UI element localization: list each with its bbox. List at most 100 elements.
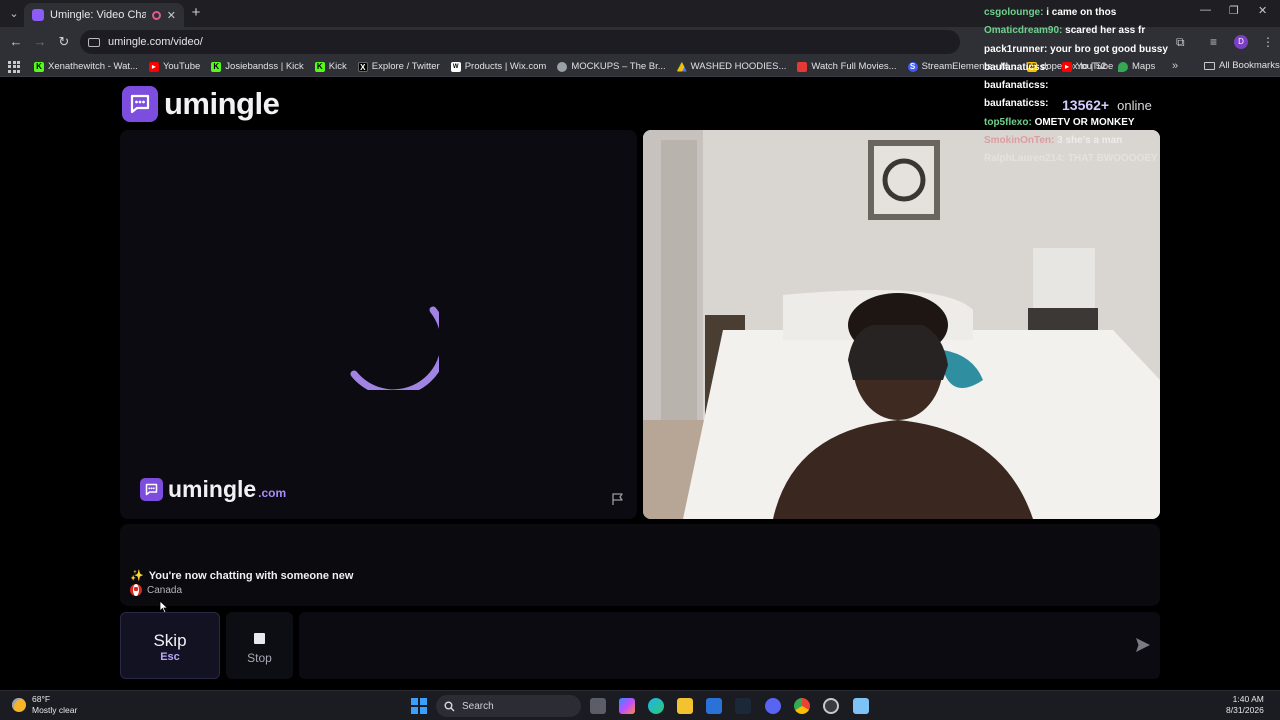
bookmark-item[interactable]: ▸ YouTube — [148, 61, 200, 72]
bookmark-label: WASHED HOODIES... — [690, 61, 787, 72]
streamelements-icon: S — [907, 61, 918, 72]
edge-icon[interactable] — [648, 698, 664, 714]
tab-search-chevron-icon[interactable]: ⌄ — [6, 6, 22, 22]
bookmark-label: Explore / Twitter — [371, 61, 440, 72]
camera-permission-icon[interactable] — [88, 37, 100, 47]
chat-message: baufanaticss: — [984, 77, 1274, 95]
skip-button[interactable]: Skip Esc — [120, 612, 220, 679]
chat-bubble-logo-icon — [140, 478, 163, 501]
chat-text: scared her ass fr — [1065, 25, 1146, 37]
bookmark-item[interactable]: X Explore / Twitter — [357, 61, 440, 72]
chat-text: i came on thos — [1046, 7, 1117, 18]
loading-spinner-icon — [350, 306, 439, 390]
bookmark-item[interactable]: K Kick — [314, 61, 347, 72]
chat-username: Omaticdream90: — [984, 25, 1063, 37]
kick-icon: K — [34, 61, 44, 72]
globe-icon — [557, 61, 568, 72]
brand-name: umingle — [164, 86, 280, 121]
chat-message: SmokinOnTen: 3 she's a man — [984, 132, 1274, 150]
weather-widget[interactable]: 68°F Mostly clear — [12, 694, 77, 715]
pinned-app-icon[interactable] — [853, 698, 869, 714]
bookmark-label: Products | Wix.com — [464, 61, 547, 72]
chat-message: RalphLauren214: THAT BWOOOOEY — [984, 150, 1274, 168]
bookmark-label: Xenathewitch - Wat... — [48, 61, 138, 72]
bookmark-label: Watch Full Movies... — [811, 61, 897, 72]
x-icon: X — [357, 61, 368, 72]
movie-icon — [797, 61, 808, 72]
webcam-feed-image — [643, 130, 1160, 519]
bookmark-item[interactable]: K Xenathewitch - Wat... — [34, 61, 138, 72]
search-placeholder: Search — [462, 700, 494, 712]
umingle-favicon-icon — [32, 9, 44, 21]
browser-tab[interactable]: Umingle: Video Chat with S ✕ — [24, 3, 184, 27]
chat-username: baufanaticss: — [984, 98, 1049, 110]
report-flag-icon[interactable] — [611, 492, 625, 506]
kick-icon: K — [314, 61, 325, 72]
chat-text: OMETV OR MONKEY — [1034, 116, 1135, 128]
bookmark-label: MOCKUPS – The Br... — [571, 61, 666, 72]
stream-chat-overlay: csgolounge: i came on thos Omaticdream90… — [984, 4, 1274, 169]
search-icon — [444, 701, 455, 711]
partner-country: Canada — [130, 584, 182, 596]
send-icon[interactable] — [1134, 636, 1152, 654]
umingle-watermark: umingle .com — [140, 476, 286, 503]
stop-button[interactable]: Stop — [226, 612, 293, 679]
chat-status: ✨ You're now chatting with someone new — [130, 569, 353, 583]
reload-icon[interactable]: ↻ — [56, 34, 72, 50]
country-name: Canada — [147, 584, 183, 596]
store-icon[interactable] — [706, 698, 722, 714]
tab-title: Umingle: Video Chat with S — [50, 9, 146, 21]
chat-message: Omaticdream90: scared her ass fr — [984, 22, 1274, 40]
temperature: 68°F — [32, 694, 51, 704]
sparkles-icon: ✨ — [130, 570, 144, 582]
back-icon[interactable]: ← — [8, 34, 24, 50]
address-bar[interactable]: umingle.com/video/ — [80, 30, 960, 54]
chat-username: top5flexo: — [984, 116, 1032, 128]
close-tab-icon[interactable]: ✕ — [167, 9, 176, 22]
bookmark-item[interactable]: WASHED HOODIES... — [676, 61, 787, 72]
file-explorer-icon[interactable] — [677, 698, 693, 714]
task-view-icon[interactable] — [590, 698, 606, 714]
clock-date: 8/31/2026 — [1226, 705, 1264, 715]
drive-icon — [676, 61, 687, 72]
chat-message: csgolounge: i came on thos — [984, 4, 1274, 22]
bookmark-item[interactable]: MOCKUPS – The Br... — [557, 61, 666, 72]
clock-time: 1:40 AM — [1232, 694, 1264, 704]
chat-username: csgolounge: — [984, 7, 1044, 18]
stop-label: Stop — [247, 651, 272, 665]
chat-message: top5flexo: OMETV OR MONKEY — [984, 114, 1274, 132]
copilot-icon[interactable] — [619, 698, 635, 714]
skip-shortcut: Esc — [160, 651, 180, 663]
chat-username: SmokinOnTen: — [984, 135, 1055, 147]
chat-message: baufanaticss: — [984, 95, 1274, 113]
apps-grid-icon[interactable] — [8, 60, 20, 73]
steam-icon[interactable] — [735, 698, 751, 714]
chat-log-panel — [120, 524, 1160, 606]
skip-label: Skip — [153, 631, 187, 650]
windows-taskbar: 68°F Mostly clear Search 1:40 AM 8/31/20… — [0, 690, 1280, 720]
stop-square-icon — [254, 633, 265, 644]
address-url: umingle.com/video/ — [108, 36, 203, 48]
site-logo[interactable]: umingle — [122, 86, 280, 122]
message-input[interactable] — [299, 612, 1160, 679]
chat-text: 3 she's a man — [1057, 135, 1123, 147]
chrome-icon[interactable] — [794, 698, 810, 714]
weather-moon-icon — [12, 697, 26, 712]
watermark-domain: .com — [258, 485, 287, 500]
new-tab-plus-icon[interactable]: + — [188, 5, 204, 21]
system-clock[interactable]: 1:40 AM 8/31/2026 — [1226, 694, 1264, 716]
chat-text: THAT BWOOOOEY — [1067, 153, 1158, 165]
forward-icon[interactable]: → — [32, 34, 48, 50]
bookmark-label: Josiebandss | Kick — [225, 61, 304, 72]
chat-message: baufanaticss: — [984, 59, 1274, 77]
discord-icon[interactable] — [765, 698, 781, 714]
chat-bubble-logo-icon — [122, 86, 158, 122]
chat-text: your bro got good bussy — [1050, 43, 1168, 55]
obs-icon[interactable] — [823, 698, 839, 714]
windows-start-icon[interactable] — [411, 698, 427, 714]
chat-message: pack1runner: your bro got good bussy — [984, 41, 1274, 59]
bookmark-item[interactable]: W Products | Wix.com — [450, 61, 547, 72]
bookmark-item[interactable]: K Josiebandss | Kick — [211, 61, 304, 72]
taskbar-search[interactable]: Search — [436, 695, 581, 717]
bookmark-item[interactable]: Watch Full Movies... — [797, 61, 897, 72]
